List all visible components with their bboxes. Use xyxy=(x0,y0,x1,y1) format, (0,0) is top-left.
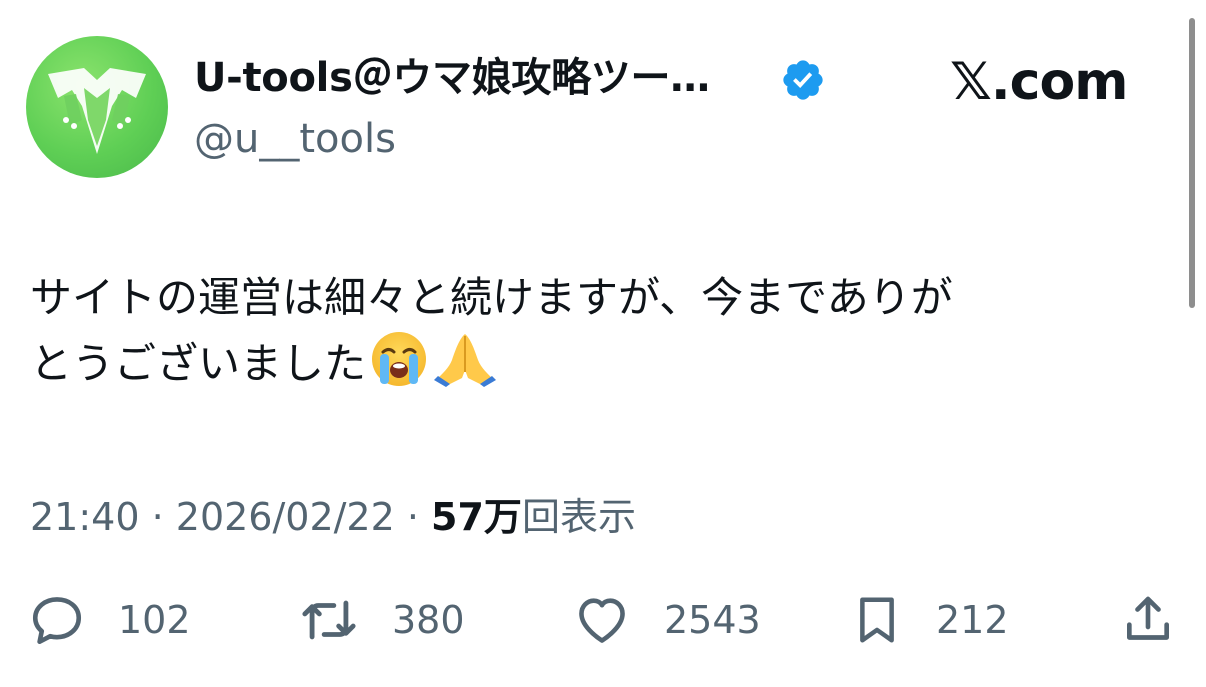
tweet-text-line-1: サイトの運営は細々と続けますが、今までありが xyxy=(30,273,953,322)
tweet-text-line-2: とうございました xyxy=(30,330,1170,396)
bookmark-icon xyxy=(860,597,894,643)
author-display-name[interactable]: U-tools＠ウマ娘攻略ツー… xyxy=(194,52,710,104)
like-count: 2543 xyxy=(664,598,761,642)
tweet-date[interactable]: 2026/02/22 xyxy=(176,495,395,539)
tweet-action-bar: 102 380 2543 212 xyxy=(0,590,1206,650)
bookmark-count: 212 xyxy=(936,598,1009,642)
like-button[interactable]: 2543 xyxy=(572,590,761,650)
views-count: 57万 xyxy=(431,495,522,539)
repost-button[interactable]: 380 xyxy=(298,590,465,650)
tweet-text-line-2-text: とうございました xyxy=(30,339,367,388)
scrollbar[interactable] xyxy=(1189,18,1195,308)
meta-separator: · xyxy=(139,495,176,539)
folded-hands-icon xyxy=(434,334,497,387)
bookmark-button[interactable]: 212 xyxy=(850,590,1009,650)
meta-separator: · xyxy=(394,495,432,539)
repost-icon xyxy=(302,600,356,640)
author-avatar[interactable] xyxy=(26,36,168,178)
author-handle[interactable]: @u__tools xyxy=(194,113,396,165)
repost-count: 380 xyxy=(392,598,465,642)
tweet-text: サイトの運営は細々と続けますが、今までありが とうございました xyxy=(30,266,1170,396)
u-tools-logo-icon xyxy=(48,68,146,154)
tweet-meta: 21:40 · 2026/02/22 · 57万回表示 xyxy=(30,493,636,541)
tweet-time[interactable]: 21:40 xyxy=(30,495,140,539)
x-com-brand: 𝕏.com xyxy=(950,52,1128,112)
reply-icon xyxy=(32,597,82,645)
reply-button[interactable]: 102 xyxy=(28,590,191,650)
share-button[interactable] xyxy=(1120,590,1176,650)
heart-icon xyxy=(579,598,625,643)
loudly-crying-face-icon xyxy=(372,332,427,386)
share-icon xyxy=(1127,596,1169,640)
reply-count: 102 xyxy=(118,598,191,642)
views-label: 回表示 xyxy=(521,495,636,539)
verified-badge-icon xyxy=(783,60,823,100)
